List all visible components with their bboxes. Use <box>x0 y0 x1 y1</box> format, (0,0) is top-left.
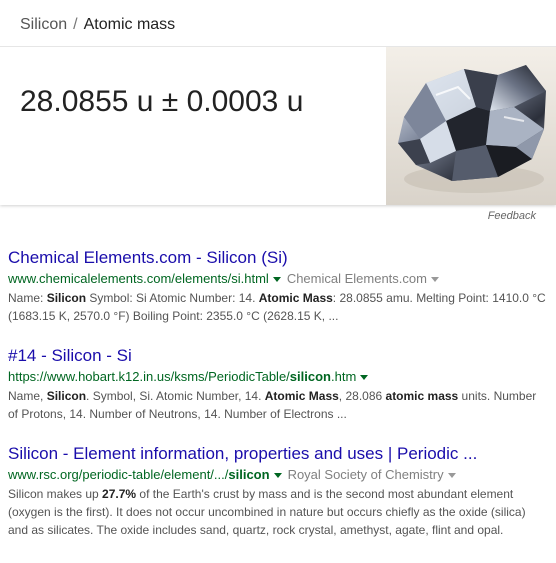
search-result: #14 - Silicon - Si https://www.hobart.k1… <box>8 345 548 423</box>
url-highlight: silicon <box>289 369 331 384</box>
result-site-name: Royal Society of Chemistry <box>287 467 444 482</box>
result-url-line: www.rsc.org/periodic-table/element/.../s… <box>8 465 548 484</box>
caret-down-icon[interactable] <box>273 473 282 479</box>
url-suffix: .htm <box>330 369 357 384</box>
result-snippet: Name, Silicon. Symbol, Si. Atomic Number… <box>8 387 548 423</box>
result-title-link[interactable]: #14 - Silicon - Si <box>8 345 548 367</box>
snippet-highlight: Silicon <box>46 291 87 305</box>
snippet-text: Name: <box>8 291 47 305</box>
snippet-highlight: atomic mass <box>385 389 459 403</box>
answer-value: 28.0855 u ± 0.0003 u <box>20 85 304 118</box>
snippet-text: Silicon makes up <box>8 487 103 501</box>
result-snippet: Silicon makes up 27.7% of the Earth's cr… <box>8 485 548 539</box>
url-prefix: www.rsc.org/periodic-table/element/.../ <box>8 467 229 482</box>
url-highlight: silicon <box>228 467 270 482</box>
caret-down-icon[interactable] <box>447 473 456 479</box>
snippet-text: , 28.086 <box>338 389 386 403</box>
knowledge-card: Silicon / Atomic mass 28.0855 u ± 0.0003 u <box>0 0 556 205</box>
caret-down-icon[interactable] <box>272 277 281 283</box>
snippet-text: Name, <box>8 389 47 403</box>
result-url: https://www.hobart.k12.in.us/ksms/Period… <box>8 369 356 384</box>
snippet-text: Symbol: Si Atomic Number: 14. <box>86 291 259 305</box>
snippet-text: . Symbol, Si. Atomic Number, 14. <box>86 389 265 403</box>
feedback-link[interactable]: Feedback <box>488 210 536 222</box>
silicon-image[interactable] <box>386 47 556 205</box>
caret-down-icon[interactable] <box>360 375 369 381</box>
caret-down-icon[interactable] <box>430 277 439 283</box>
snippet-highlight: Atomic Mass <box>258 291 333 305</box>
snippet-highlight: Silicon <box>46 389 87 403</box>
silicon-chunk-photo-icon <box>386 47 556 205</box>
breadcrumb: Silicon / Atomic mass <box>20 14 175 36</box>
url-prefix: https://www.hobart.k12.in.us/ksms/Period… <box>8 369 290 384</box>
breadcrumb-attribute: Atomic mass <box>83 16 176 33</box>
snippet-highlight: 27.7% <box>102 487 137 501</box>
result-title-link[interactable]: Chemical Elements.com - Silicon (Si) <box>8 247 548 269</box>
search-result: Chemical Elements.com - Silicon (Si) www… <box>8 247 548 325</box>
result-url: www.chemicalelements.com/elements/si.htm… <box>8 271 269 286</box>
result-site-name: Chemical Elements.com <box>286 271 427 286</box>
result-title-link[interactable]: Silicon - Element information, propertie… <box>8 443 548 465</box>
breadcrumb-separator: / <box>73 16 78 33</box>
breadcrumb-entity[interactable]: Silicon <box>20 16 67 33</box>
result-url-line: www.chemicalelements.com/elements/si.htm… <box>8 269 548 288</box>
result-snippet: Name: Silicon Symbol: Si Atomic Number: … <box>8 289 548 325</box>
result-url-line: https://www.hobart.k12.in.us/ksms/Period… <box>8 367 548 386</box>
result-url: www.rsc.org/periodic-table/element/.../s… <box>8 467 270 482</box>
search-result: Silicon - Element information, propertie… <box>8 443 548 539</box>
snippet-highlight: Atomic Mass <box>264 389 339 403</box>
